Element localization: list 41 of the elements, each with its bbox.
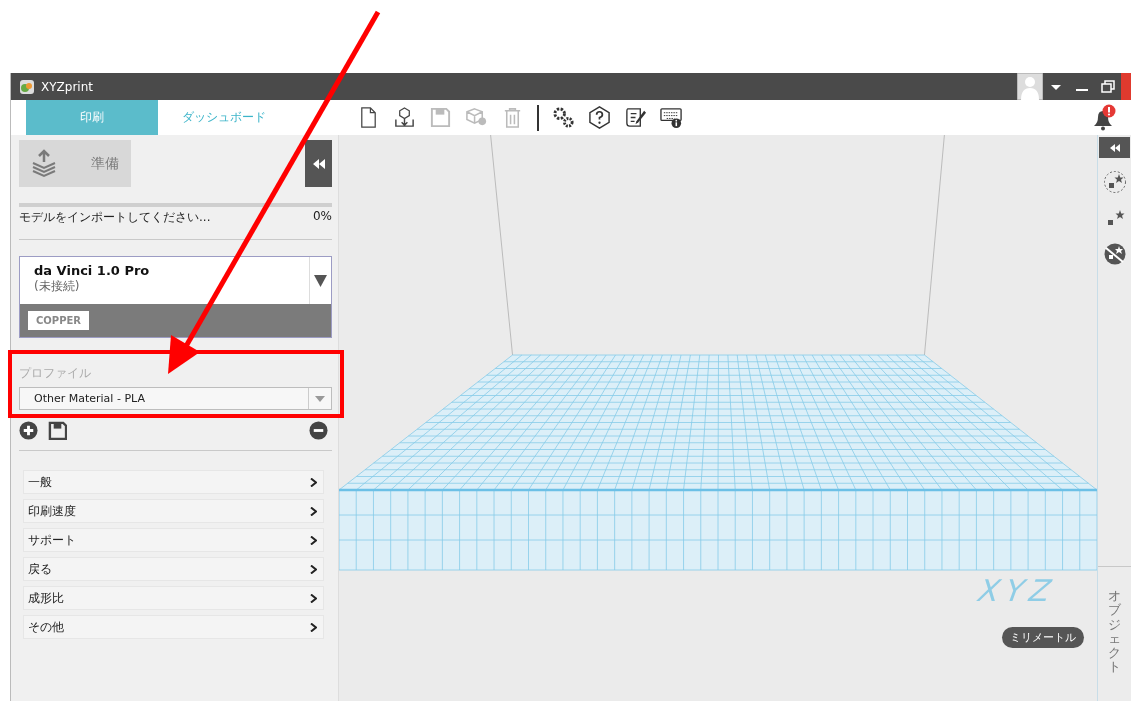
chevron-icon (310, 535, 317, 545)
save-icon[interactable] (48, 420, 67, 440)
settings-section-item[interactable]: 戻る (23, 557, 324, 581)
settings-section-item[interactable]: その他 (23, 615, 324, 639)
chevron-icon (310, 593, 317, 603)
settings-section-item[interactable]: 印刷速度 (23, 499, 324, 523)
add-icon[interactable] (19, 420, 38, 440)
bed-logo: XYZ (972, 573, 1063, 608)
help-icon[interactable] (588, 106, 611, 129)
double-chevron-icon (311, 158, 326, 169)
collapse-panel-button[interactable] (305, 140, 332, 187)
dropdown-arrow-icon (315, 395, 325, 402)
chevron-icon (310, 477, 317, 487)
profile-dropdown[interactable]: Other Material - PLA (19, 387, 332, 410)
progress-percent: 0% (312, 209, 332, 225)
settings-section-item[interactable]: サポート (23, 528, 324, 552)
remove-icon[interactable] (309, 420, 328, 440)
printer-name: da Vinci 1.0 Pro (34, 263, 151, 278)
settings-icon[interactable] (552, 106, 575, 129)
script-edit-icon[interactable] (624, 106, 647, 129)
keyboard-info-icon[interactable] (660, 106, 683, 129)
settings-section-item[interactable]: 成形比 (23, 586, 324, 610)
settings-section-item[interactable]: 一般 (23, 470, 324, 494)
chevron-icon (310, 564, 317, 574)
printer-card[interactable]: da Vinci 1.0 Pro (未接続) COPPER (19, 256, 332, 338)
double-chevron-icon (1109, 143, 1120, 152)
chevron-icon (310, 506, 317, 516)
material-label: COPPER (28, 311, 90, 330)
window-title: XYZprint (41, 79, 93, 94)
chevron-icon (310, 622, 317, 632)
collapse-panel-button[interactable] (1099, 137, 1130, 158)
objects-tab[interactable]: オブジェクト (1108, 589, 1121, 701)
printer-status: (未接続) (34, 278, 81, 295)
dropdown-arrow-icon (314, 274, 327, 287)
status-message: モデルをインポートしてください... (19, 209, 211, 226)
layers-icon (31, 148, 57, 179)
units-button[interactable]: ミリメートル (1002, 627, 1084, 648)
select-all-icon[interactable] (1102, 170, 1127, 194)
import-icon[interactable] (393, 106, 416, 129)
app-icon (19, 78, 35, 95)
deselect-icon[interactable] (1102, 242, 1127, 266)
